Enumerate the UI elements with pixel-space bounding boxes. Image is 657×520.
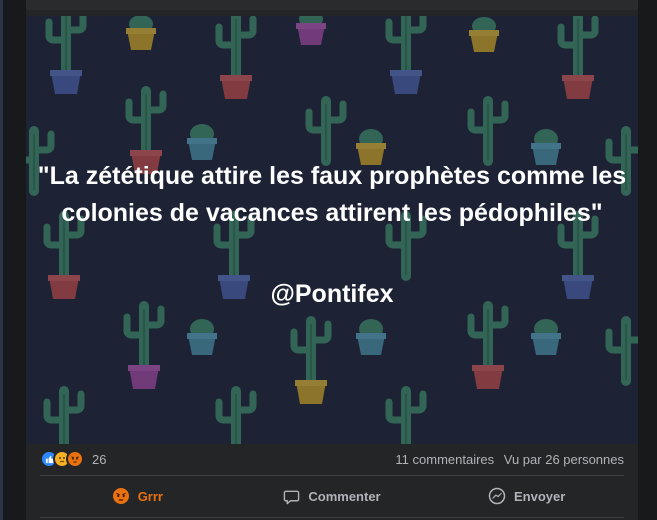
views-count-link[interactable]: Vu par 26 personnes [504,452,624,467]
comments-count-link[interactable]: 11 commentaires [395,452,494,467]
reaction-count: 26 [92,451,107,467]
quote-author: @Pontifex [270,280,394,308]
quote-text: "La zététique attire les faux prophètes … [37,162,627,227]
react-label: Grrr [137,488,163,504]
post-image[interactable]: "La zététique attire les faux prophètes … [26,16,638,444]
comment-icon [283,488,300,505]
send-label: Envoyer [514,488,566,504]
stats-right: 11 commentaires Vu par 26 personnes [389,452,624,467]
post-actions: Grrr Commenter Envoyer [40,479,624,513]
messenger-icon [488,487,506,505]
post-stats: 26 11 commentaires Vu par 26 personnes [40,446,624,472]
reactions-summary[interactable]: 26 [40,450,106,468]
divider [40,475,624,476]
send-button[interactable]: Envoyer [429,479,624,513]
previous-post-edge [26,0,638,10]
bottom-divider [40,517,624,518]
react-button[interactable]: Grrr [40,479,235,513]
feed-post: "La zététique attire les faux prophètes … [26,10,638,520]
angry-icon [66,450,84,468]
angry-icon [112,487,130,505]
comment-button[interactable]: Commenter [235,479,430,513]
window-edge [0,0,3,520]
comment-label: Commenter [308,488,381,504]
